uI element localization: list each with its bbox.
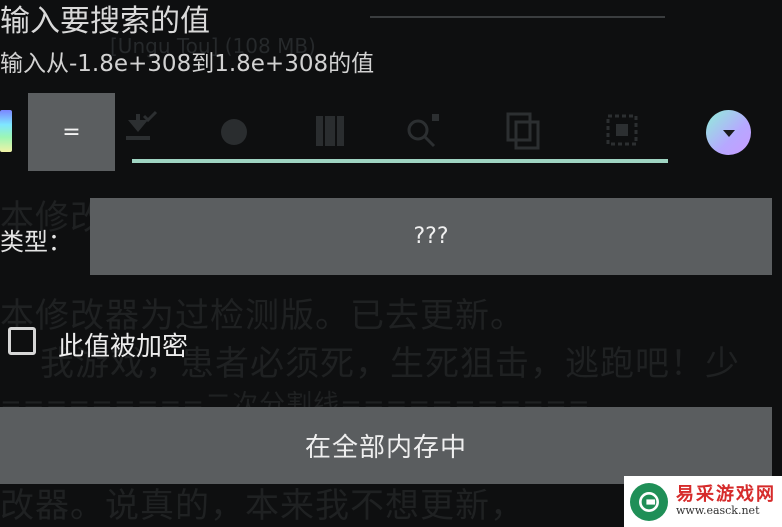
type-label: 类型： bbox=[0, 228, 72, 256]
watermark-url: www.easck.net bbox=[676, 504, 760, 518]
memory-range-button[interactable]: 在全部内存中 bbox=[0, 407, 772, 484]
encrypted-label[interactable]: 此值被加密 bbox=[58, 326, 188, 363]
circle-icon[interactable] bbox=[212, 108, 256, 152]
color-strip[interactable] bbox=[0, 110, 12, 152]
chevron-down-icon[interactable] bbox=[706, 110, 751, 155]
encrypted-checkbox[interactable] bbox=[8, 327, 36, 355]
site-logo-icon bbox=[630, 482, 668, 521]
title-divider bbox=[370, 16, 665, 18]
copy-icon[interactable] bbox=[502, 108, 546, 152]
type-select[interactable]: ??? bbox=[90, 198, 772, 275]
watermark-title: 易采游戏网 bbox=[676, 484, 776, 506]
search-input[interactable] bbox=[132, 159, 668, 163]
grid-icon[interactable] bbox=[308, 108, 352, 152]
history-search-icon[interactable] bbox=[400, 108, 444, 152]
search-dialog: 输入要搜索的值 [Ungu Tou] (108 MB) 输入从-1.8e+308… bbox=[0, 0, 782, 527]
dialog-subtitle: 输入从-1.8e+308到1.8e+308的值 bbox=[0, 51, 375, 77]
equals-operator-button[interactable]: = bbox=[28, 93, 115, 171]
site-watermark: 易采游戏网 www.easck.net bbox=[624, 476, 782, 527]
paste-icon[interactable] bbox=[116, 108, 160, 152]
select-icon[interactable] bbox=[600, 108, 644, 152]
